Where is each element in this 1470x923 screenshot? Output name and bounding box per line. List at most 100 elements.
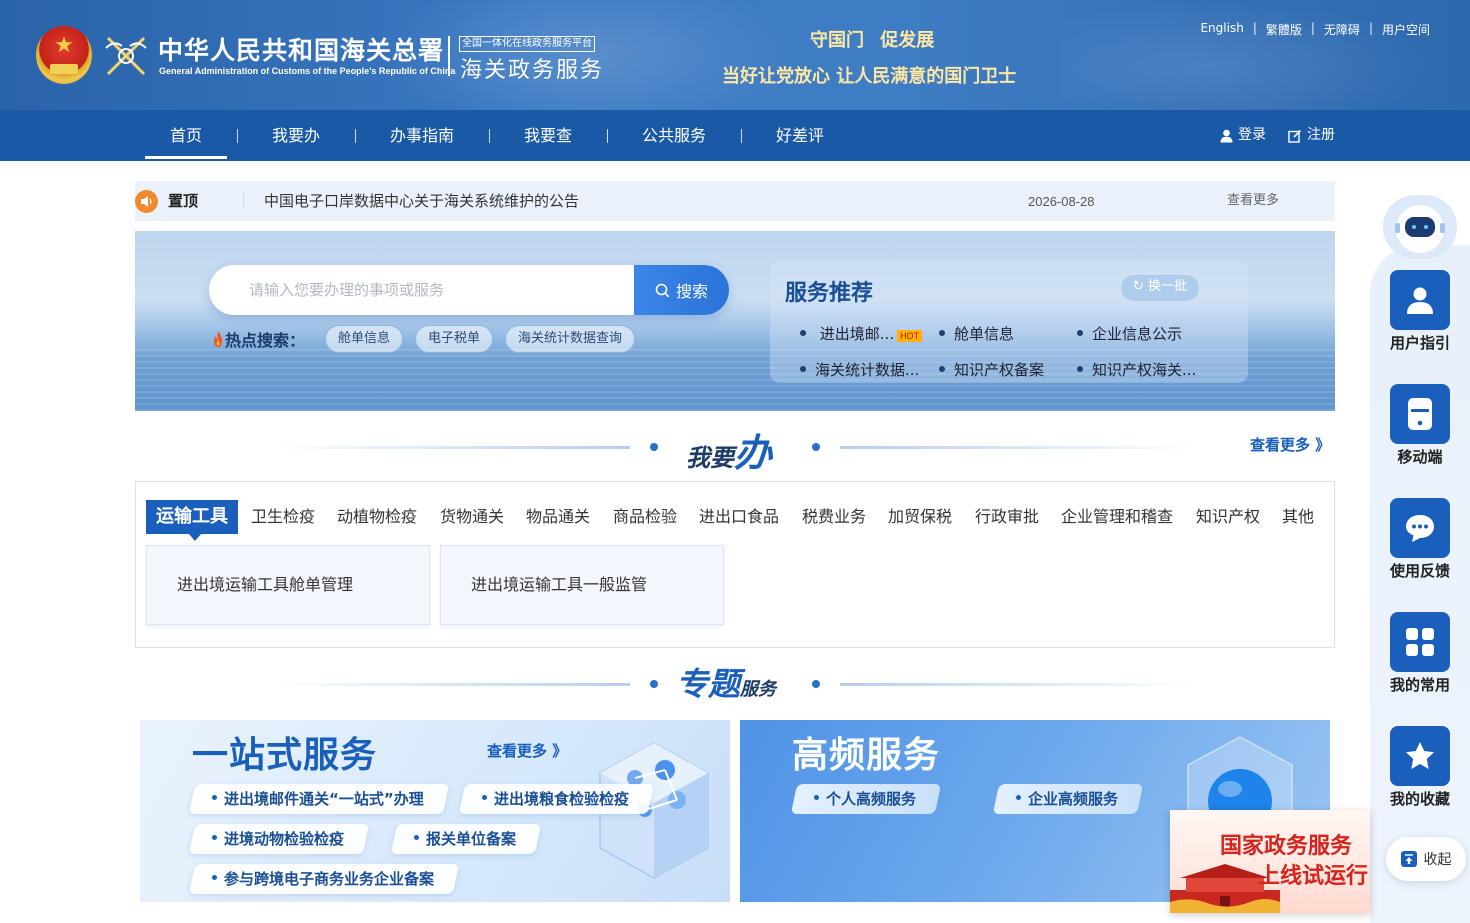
title-dot — [812, 443, 820, 451]
ad-title-line1: 国家政务服务 — [1220, 833, 1353, 859]
search-banner: 搜索 热点搜索： 舱单信息 电子税单 海关统计数据查询 服务推荐 ↻ 换一批 进… — [135, 231, 1335, 411]
sidebar-my-frequent[interactable]: 我的常用 — [1370, 612, 1470, 695]
tab-ip[interactable]: 知识产权 — [1196, 500, 1260, 534]
nav-query[interactable]: 我要查 — [514, 110, 582, 161]
notice-link[interactable]: 中国电子口岸数据中心关于海关系统维护的公告 — [264, 181, 579, 221]
service-card[interactable]: 进出境运输工具舱单管理 — [146, 545, 430, 625]
search-button[interactable]: 搜索 — [634, 265, 729, 315]
tab-transport[interactable]: 运输工具 — [146, 500, 238, 541]
nav-guide[interactable]: 办事指南 — [380, 110, 464, 161]
onestop-more-link[interactable]: 查看更多 》 — [487, 740, 567, 761]
link-accessibility[interactable]: 无障碍 — [1324, 21, 1360, 38]
highfreq-item[interactable]: 个人高频服务 — [790, 784, 942, 814]
hot-search-chip[interactable]: 海关统计数据查询 — [505, 325, 636, 353]
zhuanti-title-b: 服务 — [740, 679, 777, 700]
recommend-item[interactable]: 舱单信息 — [939, 323, 1014, 344]
search-input[interactable] — [209, 265, 634, 315]
recommend-item[interactable]: 企业信息公示 — [1077, 323, 1182, 344]
tab-bonded[interactable]: 加贸保税 — [888, 500, 952, 534]
tab-other[interactable]: 其他 — [1282, 500, 1314, 534]
tab-inspection[interactable]: 商品检验 — [613, 500, 677, 534]
robot-icon[interactable] — [1383, 195, 1457, 259]
notice-date: 2026-08-28 — [1028, 194, 1095, 209]
star-icon — [1406, 742, 1434, 769]
hot-search-chip[interactable]: 电子税单 — [415, 325, 494, 353]
login-button[interactable]: 登录 — [1220, 110, 1266, 161]
collapse-up-icon — [1400, 851, 1417, 867]
sidebar-label: 用户指引 — [1389, 334, 1450, 352]
title-line — [270, 446, 630, 449]
sidebar-user-guide[interactable]: 用户指引 — [1370, 270, 1470, 353]
sidebar-label: 我的收藏 — [1389, 790, 1450, 808]
onestop-service-card: 一站式服务 查看更多 》 进出境邮件通关“一站式”办理 进出境粮食检验检疫 进境… — [140, 720, 730, 902]
sidebar-label: 使用反馈 — [1389, 562, 1450, 580]
nav-separator — [489, 129, 490, 143]
link-separator: | — [1310, 21, 1315, 35]
refresh-button[interactable]: ↻ 换一批 — [1121, 275, 1200, 301]
org-name-cn[interactable]: 中华人民共和国海关总署 — [158, 31, 444, 67]
header-decoration — [1060, 0, 1440, 110]
woyaoban-title-b: 办 — [734, 431, 773, 475]
edit-icon — [1288, 129, 1302, 143]
header-divider — [448, 36, 450, 76]
tab-goods[interactable]: 物品通关 — [526, 500, 590, 534]
woyaoban-more-link[interactable]: 查看更多 》 — [1250, 434, 1330, 455]
tab-approval[interactable]: 行政审批 — [975, 500, 1039, 534]
grid-icon — [1406, 628, 1434, 656]
nav-public-service[interactable]: 公共服务 — [632, 110, 716, 161]
register-label: 注册 — [1307, 127, 1335, 143]
tab-cargo[interactable]: 货物通关 — [440, 500, 504, 534]
recommend-item[interactable]: 海关统计数据... — [800, 359, 919, 380]
tab-health-quarantine[interactable]: 卫生检疫 — [251, 500, 315, 534]
link-english[interactable]: English — [1200, 21, 1243, 38]
sidebar-mobile[interactable]: 移动端 — [1370, 384, 1470, 467]
notice-divider — [243, 193, 244, 209]
refresh-icon: ↻ — [1133, 279, 1149, 294]
tab-tax[interactable]: 税费业务 — [802, 500, 866, 534]
nav-separator — [741, 129, 742, 143]
onestop-item[interactable]: 参与跨境电子商务业务企业备案 — [188, 864, 460, 894]
nav-separator — [355, 129, 356, 143]
service-card[interactable]: 进出境运输工具一般监管 — [440, 545, 724, 625]
woyaoban-section-title: 我要办 查看更多 》 — [0, 422, 1470, 475]
recommend-item[interactable]: 进出境邮... HOT — [800, 323, 923, 344]
floating-toolbar: 用户指引 移动端 使用反馈 我的常用 我的收藏 收起 — [1370, 195, 1470, 923]
refresh-label: 换一批 — [1148, 279, 1188, 294]
sidebar-my-favorites[interactable]: 我的收藏 — [1370, 726, 1470, 809]
link-separator: | — [1252, 21, 1257, 35]
onestop-item[interactable]: 进境动物检验检疫 — [188, 824, 370, 854]
collapse-button[interactable]: 收起 — [1386, 837, 1466, 881]
sidebar-feedback[interactable]: 使用反馈 — [1370, 498, 1470, 581]
org-name-en: General Administration of Customs of the… — [159, 66, 456, 76]
recommend-item[interactable]: 知识产权备案 — [939, 359, 1044, 380]
onestop-item[interactable]: 报关单位备案 — [390, 824, 542, 854]
link-user-space[interactable]: 用户空间 — [1382, 21, 1430, 38]
onestop-item-label: 报关单位备案 — [426, 830, 517, 848]
tab-animal-plant[interactable]: 动植物检疫 — [337, 500, 417, 534]
register-button[interactable]: 注册 — [1288, 110, 1335, 161]
link-separator: | — [1368, 21, 1373, 35]
slogan-line2: 当好让党放心 让人民满意的国门卫士 — [722, 66, 1017, 87]
highfreq-item-label: 企业高频服务 — [1028, 790, 1119, 808]
highfreq-item-label: 个人高频服务 — [826, 790, 917, 808]
national-emblem-icon[interactable]: ★ — [36, 26, 92, 84]
nav-rating[interactable]: 好差评 — [766, 110, 834, 161]
nav-home[interactable]: 首页 — [145, 110, 227, 161]
notice-more-link[interactable]: 查看更多 — [1227, 181, 1279, 221]
nav-woyaoban[interactable]: 我要办 — [262, 110, 330, 161]
main-nav: 首页 我要办 办事指南 我要查 公共服务 好差评 登录 注册 — [0, 110, 1470, 161]
onestop-item-label: 进出境粮食检验检疫 — [494, 790, 630, 808]
hot-search-chip[interactable]: 舱单信息 — [325, 325, 404, 353]
highfreq-item[interactable]: 企业高频服务 — [992, 784, 1144, 814]
hot-search-title: 热点搜索： — [225, 331, 306, 350]
notice-label: 置顶 — [168, 192, 199, 210]
recommend-item[interactable]: 知识产权海关... — [1077, 359, 1196, 380]
onestop-item[interactable]: 进出境邮件通关“一站式”办理 — [188, 784, 449, 814]
title-line — [840, 683, 1200, 686]
tab-food[interactable]: 进出口食品 — [699, 500, 779, 534]
tab-enterprise[interactable]: 企业管理和稽查 — [1061, 500, 1173, 534]
gov-service-ad[interactable]: 国家政务服务 上线试运行 — [1170, 810, 1370, 913]
link-traditional[interactable]: 繁體版 — [1266, 21, 1302, 38]
onestop-item[interactable]: 进出境粮食检验检疫 — [458, 784, 655, 814]
customs-emblem-icon[interactable] — [102, 30, 150, 80]
